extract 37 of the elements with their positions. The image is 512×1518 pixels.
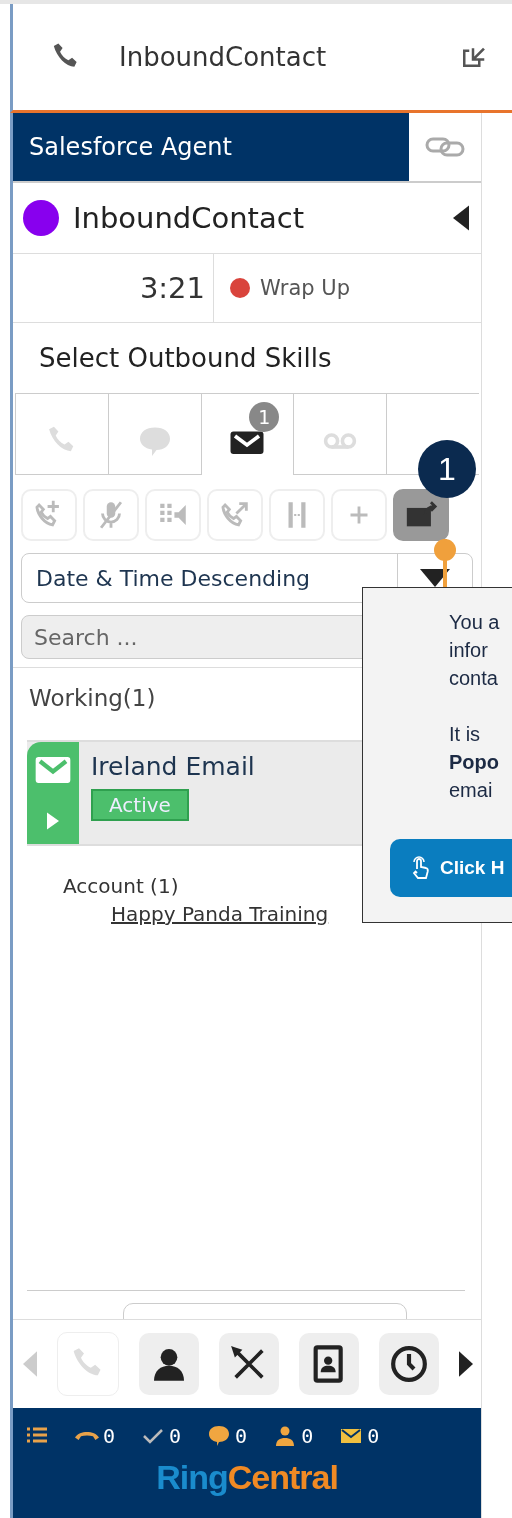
nav-tool-button[interactable] [139,1333,199,1395]
counter-value: 0 [235,1424,248,1448]
related-label: Account (1) [63,874,179,898]
elapsed-time: 3:21 [139,271,205,305]
callout-text: conta [449,666,498,691]
chat-bubble-icon [207,1424,232,1448]
nav-tool-button[interactable] [299,1333,359,1395]
clock-icon [389,1344,429,1384]
counter-value: 0 [103,1424,116,1448]
account-link[interactable]: Happy Panda Training [111,902,329,926]
dropdown-arrow-icon [420,569,450,587]
contact-name: InboundContact [73,201,306,235]
scroll-right-icon[interactable] [459,1351,473,1377]
link-icon[interactable] [425,135,465,159]
count-badge: 1 [249,402,280,432]
counter-value: 0 [301,1424,314,1448]
scroll-left-icon[interactable] [23,1351,37,1377]
callout-connector [434,539,456,587]
play-icon[interactable] [47,811,59,830]
work-item-title: Ireland Email [91,752,255,781]
section-heading: Working(1) [29,685,156,711]
brand-logo: RingCentral [156,1458,338,1497]
call-tool-button[interactable] [393,489,449,541]
header-title: InboundContact [119,42,328,72]
outbound-skills-label[interactable]: Select Outbound Skills [39,343,332,373]
agent-tab[interactable]: Salesforce Agent [13,113,409,181]
nav-tool-button[interactable] [219,1333,279,1395]
collapse-arrow-icon[interactable] [453,204,469,232]
click-here-button[interactable]: Click H [390,839,512,897]
hang-up-icon [75,1432,99,1440]
agent-status: Wrap Up [260,276,351,300]
status-badge: Active [91,789,189,821]
envelope-icon [35,756,71,783]
nav-tool-button[interactable] [379,1333,439,1395]
counter-value: 0 [169,1424,182,1448]
counter-value: 0 [367,1424,380,1448]
channel-tab[interactable]: 1 [200,393,294,475]
